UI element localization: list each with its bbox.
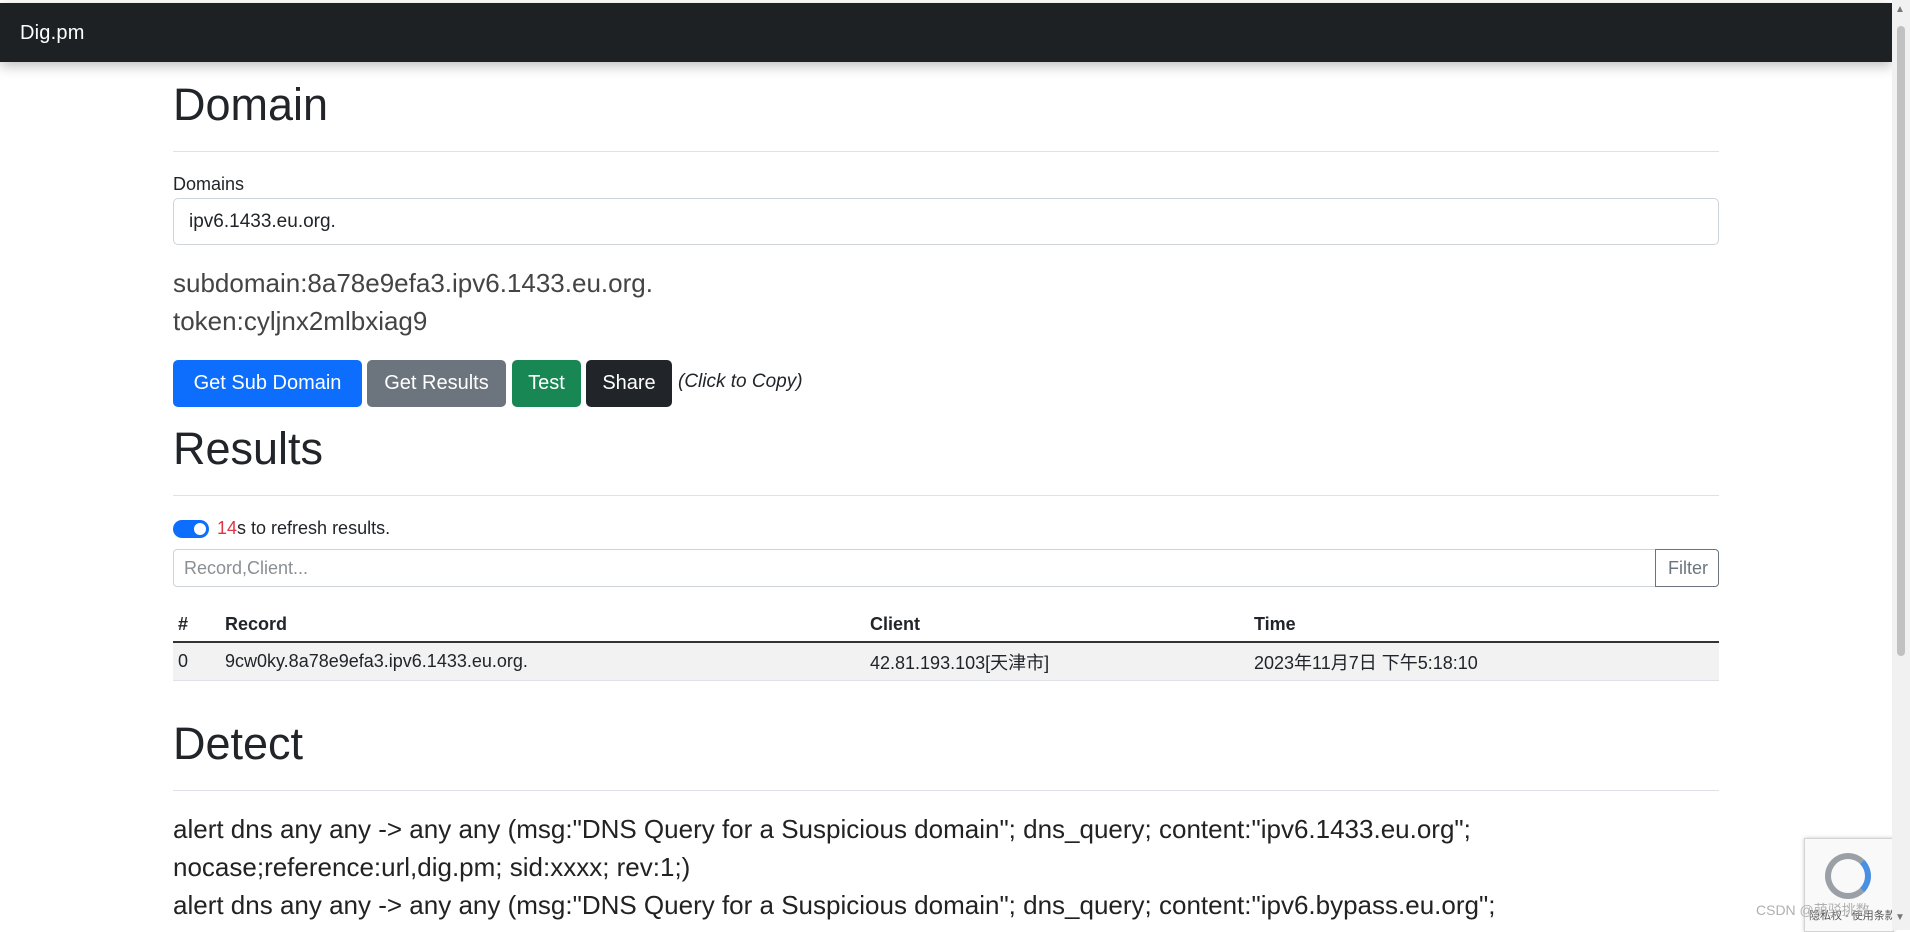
test-button[interactable]: Test bbox=[512, 360, 581, 407]
refresh-text: s to refresh results. bbox=[237, 518, 391, 538]
refresh-countdown: 14 bbox=[217, 518, 238, 538]
get-results-button[interactable]: Get Results bbox=[367, 360, 506, 407]
scrollbar-thumb[interactable] bbox=[1897, 26, 1905, 656]
filter-button[interactable]: Filter bbox=[1655, 549, 1719, 587]
domains-label: Domains bbox=[173, 174, 245, 194]
cell-index: 0 bbox=[173, 642, 220, 681]
col-record-header: Record bbox=[220, 607, 865, 643]
col-index-header: # bbox=[173, 607, 220, 643]
toggle-knob bbox=[194, 523, 206, 535]
col-client-header: Client bbox=[865, 607, 1249, 643]
results-divider bbox=[173, 495, 1719, 496]
detect-rule-line: nocase;reference:url,dig.pm; sid:xxxx; r… bbox=[173, 852, 691, 882]
results-header-row: # Record Client Time bbox=[173, 607, 1719, 643]
cell-record: 9cw0ky.8a78e9efa3.ipv6.1433.eu.org. bbox=[220, 642, 865, 681]
auto-refresh-toggle[interactable] bbox=[173, 520, 209, 538]
cell-time: 2023年11月7日 下午5:18:10 bbox=[1249, 642, 1719, 681]
token-text: token:cyljnx2mlbxiag9 bbox=[173, 306, 428, 336]
domain-title: Domain bbox=[173, 79, 329, 130]
detect-divider bbox=[173, 790, 1719, 791]
watermark: CSDN @萌驳挑数 bbox=[1756, 902, 1870, 918]
results-table: # Record Client Time 0 9cw0ky.8a78e9efa3… bbox=[173, 607, 1719, 681]
subdomain-text: subdomain:8a78e9efa3.ipv6.1433.eu.org. bbox=[173, 268, 653, 298]
domains-input[interactable] bbox=[173, 198, 1719, 245]
col-time-header: Time bbox=[1249, 607, 1719, 643]
page-scrollbar[interactable]: ▲ ▼ bbox=[1892, 0, 1910, 930]
detect-title: Detect bbox=[173, 718, 304, 769]
share-button[interactable]: Share bbox=[586, 360, 672, 407]
detect-rule-line: alert dns any any -> any any (msg:"DNS Q… bbox=[173, 890, 1496, 920]
recaptcha-icon bbox=[1825, 853, 1871, 899]
click-to-copy-hint: (Click to Copy) bbox=[678, 371, 803, 392]
top-navbar: Dig.pm bbox=[0, 3, 1892, 62]
get-sub-domain-button[interactable]: Get Sub Domain bbox=[173, 360, 362, 407]
domain-divider bbox=[173, 151, 1719, 152]
detect-rule-line: alert dns any any -> any any (msg:"DNS Q… bbox=[173, 814, 1471, 844]
cell-client: 42.81.193.103[天津市] bbox=[865, 642, 1249, 681]
table-row: 0 9cw0ky.8a78e9efa3.ipv6.1433.eu.org. 42… bbox=[173, 642, 1719, 681]
scroll-up-arrow-icon[interactable]: ▲ bbox=[1895, 4, 1905, 15]
refresh-status: 14s to refresh results. bbox=[217, 518, 390, 539]
results-title: Results bbox=[173, 423, 324, 474]
filter-input[interactable] bbox=[173, 549, 1656, 587]
brand-link[interactable]: Dig.pm bbox=[20, 22, 85, 45]
scroll-down-arrow-icon[interactable]: ▼ bbox=[1895, 912, 1905, 923]
